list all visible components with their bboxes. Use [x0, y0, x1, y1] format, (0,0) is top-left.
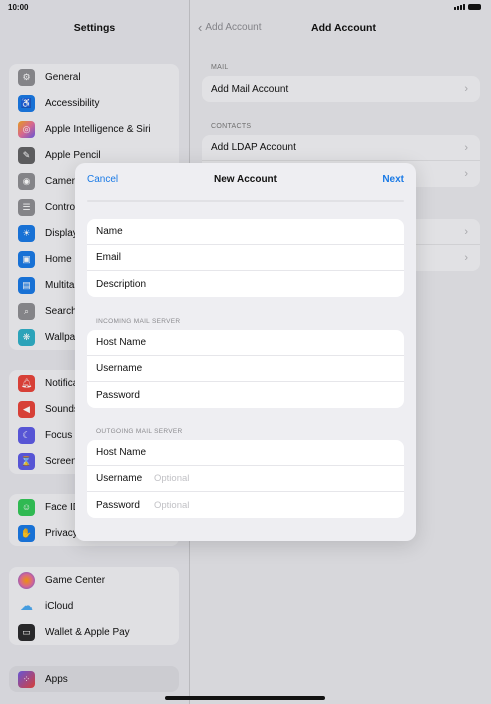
outgoing-username-label: Username: [96, 473, 143, 484]
outgoing-host-row: Host Name: [87, 440, 404, 466]
scroll-edge-divider: [87, 200, 404, 202]
section-header-outgoing: OUTGOING MAIL SERVER: [96, 428, 183, 435]
incoming-username-label: Username: [96, 363, 143, 374]
home-indicator[interactable]: [165, 696, 325, 700]
incoming-password-label: Password: [96, 389, 140, 401]
incoming-host-label: Host Name: [96, 337, 147, 348]
outgoing-host-field[interactable]: [154, 447, 304, 458]
sheet-nav-bar: Cancel New Account Next: [75, 163, 416, 197]
outgoing-password-label: Password: [96, 499, 140, 511]
outgoing-username-field[interactable]: [154, 473, 304, 484]
outgoing-password-field[interactable]: [154, 499, 304, 511]
sheet-title: New Account: [214, 174, 277, 185]
email-row: Email: [87, 245, 404, 271]
name-row: Name: [87, 219, 404, 245]
incoming-password-row: Password: [87, 382, 404, 408]
signal-icon: [454, 4, 465, 10]
section-header-incoming: INCOMING MAIL SERVER: [96, 318, 181, 325]
name-label: Name: [96, 226, 123, 237]
email-field[interactable]: [154, 252, 304, 263]
description-field[interactable]: [154, 278, 304, 290]
incoming-server-group: Host Name Username Password: [87, 330, 404, 408]
incoming-password-field[interactable]: [154, 389, 304, 401]
outgoing-host-label: Host Name: [96, 447, 147, 458]
description-row: Description: [87, 271, 404, 297]
battery-icon: [468, 4, 481, 10]
new-account-sheet: Cancel New Account Next Name Email Descr…: [75, 163, 416, 541]
status-icons: [454, 4, 481, 10]
outgoing-server-group: Host Name Username Password: [87, 440, 404, 518]
description-label: Description: [96, 278, 147, 290]
status-time: 10:00: [8, 3, 29, 12]
name-field[interactable]: [154, 226, 304, 237]
status-bar: 10:00: [0, 0, 491, 16]
incoming-username-field[interactable]: [154, 363, 304, 374]
next-button[interactable]: Next: [382, 174, 404, 185]
incoming-username-row: Username: [87, 356, 404, 382]
outgoing-username-row: Username: [87, 466, 404, 492]
incoming-host-row: Host Name: [87, 330, 404, 356]
outgoing-password-row: Password: [87, 492, 404, 518]
email-label: Email: [96, 252, 122, 263]
account-info-group: Name Email Description: [87, 219, 404, 297]
incoming-host-field[interactable]: [154, 337, 304, 348]
